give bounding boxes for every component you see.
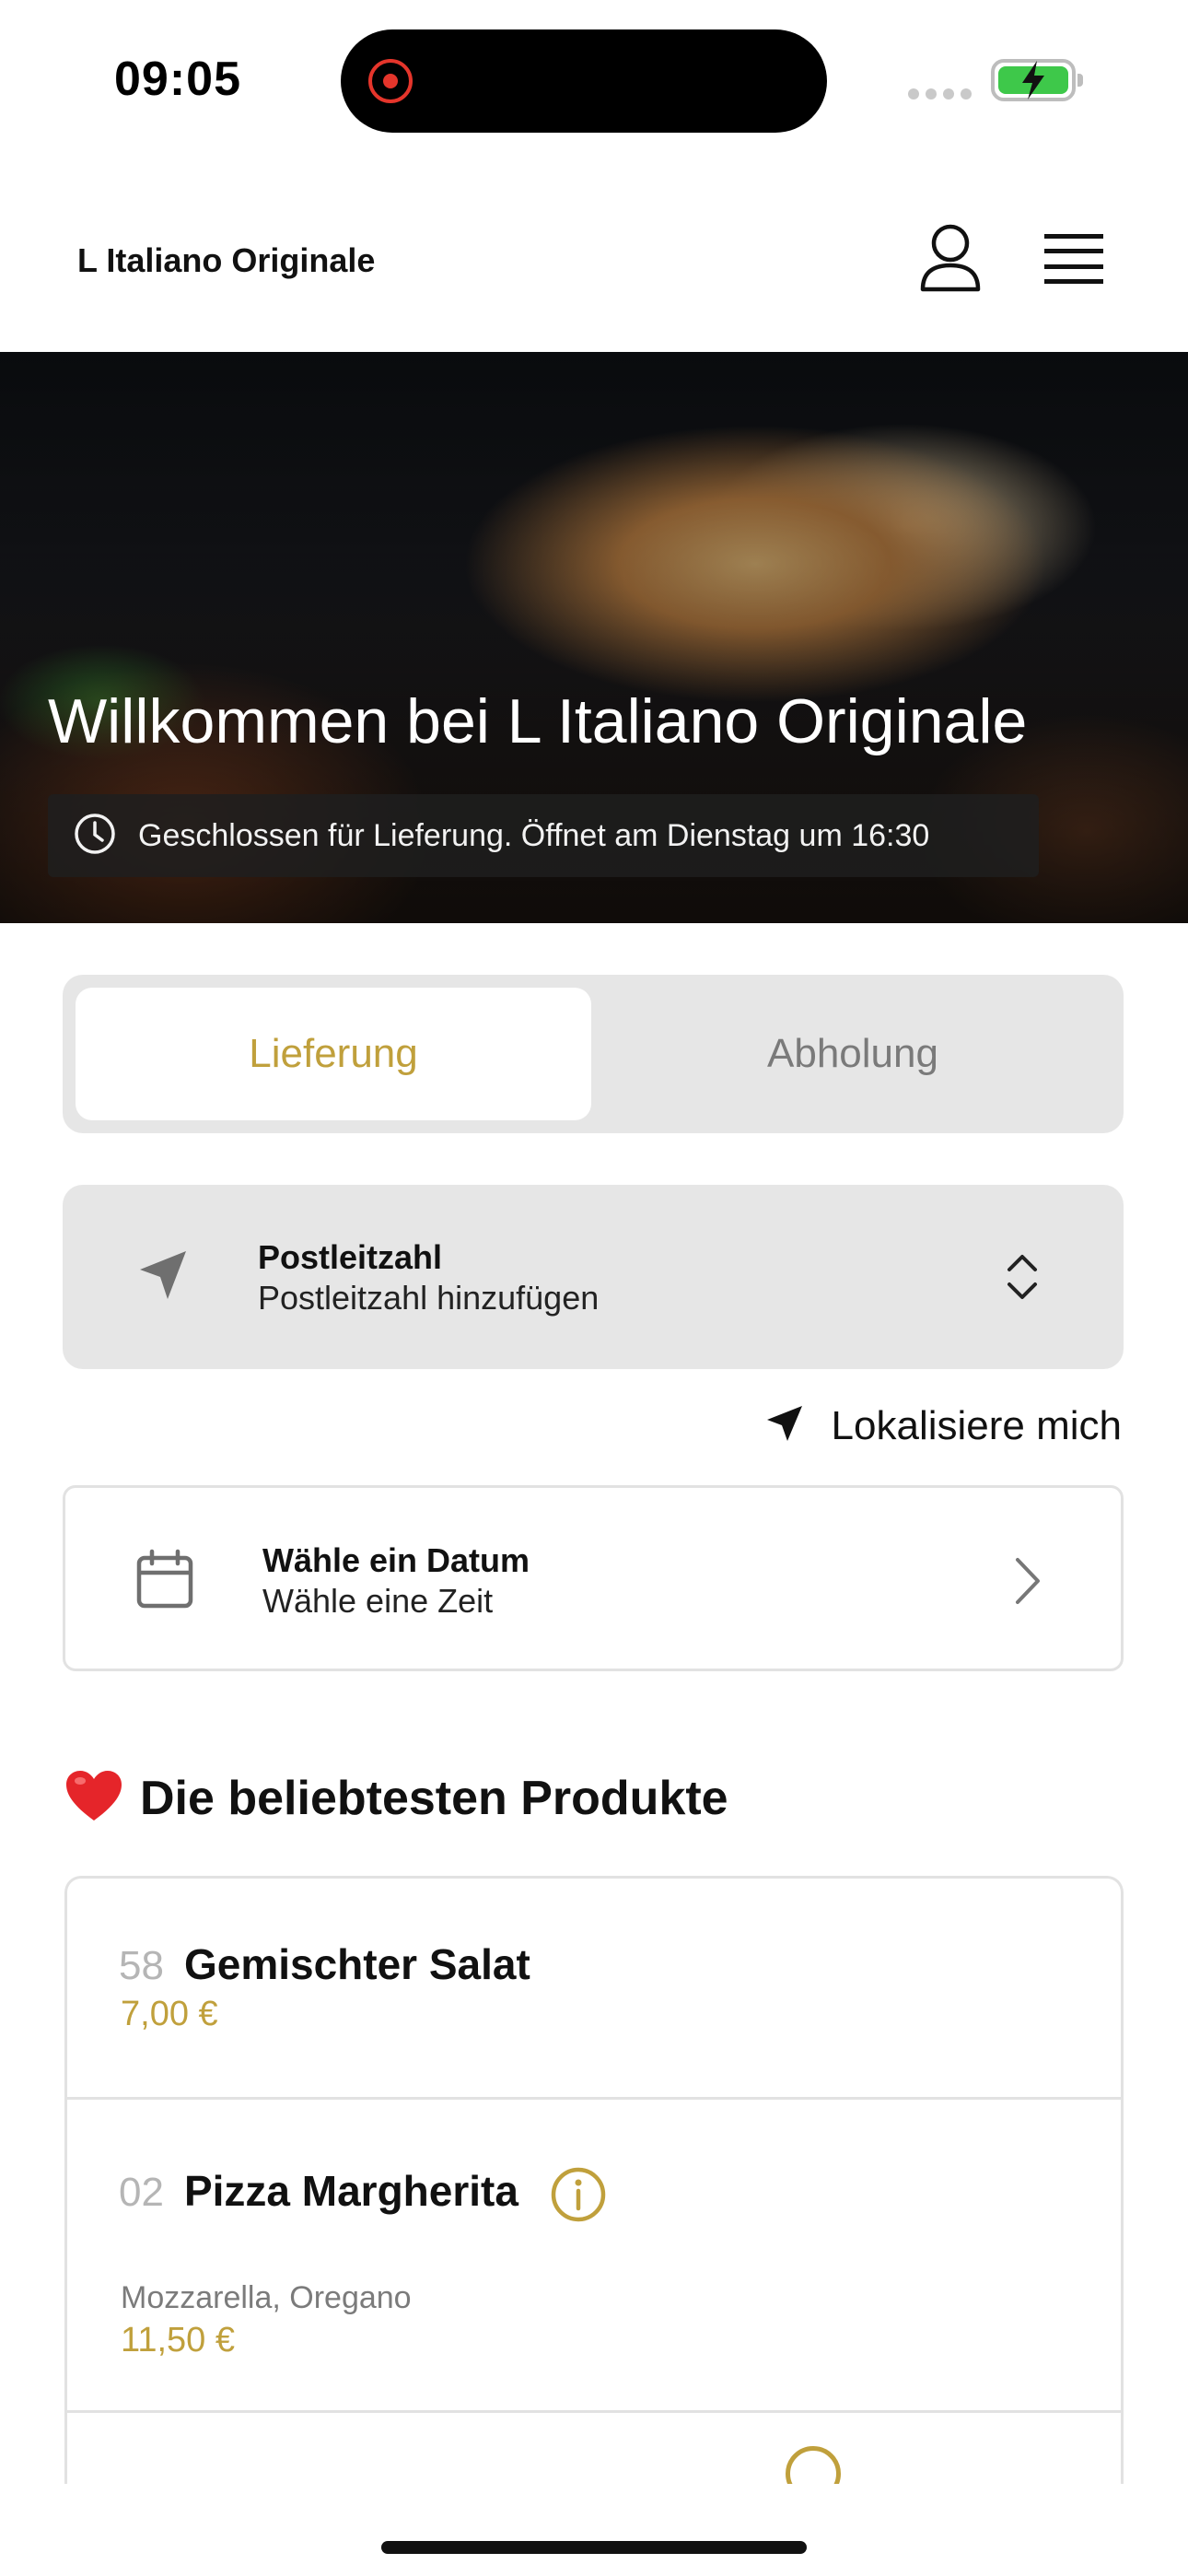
battery-charging-icon: [991, 59, 1083, 101]
info-icon: [786, 2446, 841, 2484]
product-name: Gemischter Salat: [183, 1940, 530, 1988]
chevron-right-icon: [1010, 1556, 1043, 1610]
order-mode-segmented-control: Lieferung Abholung: [63, 975, 1124, 1133]
product-price: 7,00 €: [121, 1995, 218, 2033]
app-title: L Italiano Originale: [77, 241, 376, 279]
product-number: 02: [119, 2170, 164, 2215]
chevron-up-down-icon: [1004, 1249, 1041, 1309]
date-time-picker[interactable]: Wähle ein Datum Wähle eine Zeit: [63, 1485, 1124, 1671]
product-list: 58 Gemischter Salat 7,00 € 02 Pizza Marg…: [64, 1876, 1124, 2484]
product-header: 58 Gemischter Salat: [119, 1939, 530, 1989]
opening-status-badge: Geschlossen für Lieferung. Öffnet am Die…: [48, 794, 1039, 877]
info-icon[interactable]: [550, 2166, 607, 2228]
status-bar: 09:05: [0, 0, 1188, 157]
opening-status-text: Geschlossen für Lieferung. Öffnet am Die…: [138, 817, 930, 853]
product-name: Pizza Margherita: [183, 2167, 518, 2215]
product-header: 02 Pizza Margherita: [119, 2166, 607, 2228]
hero-title: Willkommen bei L Italiano Originale: [48, 686, 1028, 756]
location-arrow-icon: [134, 1246, 193, 1309]
postal-code-value: Postleitzahl hinzufügen: [258, 1279, 600, 1317]
user-account-icon[interactable]: [917, 223, 984, 293]
hero-banner: Willkommen bei L Italiano Originale Gesc…: [0, 352, 1188, 923]
location-arrow-icon: [763, 1402, 806, 1449]
postal-code-select[interactable]: Postleitzahl Postleitzahl hinzufügen: [63, 1185, 1124, 1369]
product-price: 11,50 €: [121, 2321, 235, 2359]
hamburger-menu-icon[interactable]: [1042, 230, 1105, 287]
locate-me-button[interactable]: Lokalisiere mich: [763, 1402, 1122, 1449]
date-label: Wähle ein Datum: [262, 1541, 530, 1579]
product-item[interactable]: 58 Gemischter Salat 7,00 €: [67, 1879, 1121, 2100]
heart-icon: [64, 1769, 123, 1827]
product-description: Mozzarella, Oregano: [121, 2280, 412, 2315]
status-time: 09:05: [114, 53, 241, 106]
postal-code-label: Postleitzahl: [258, 1238, 443, 1276]
app-header: L Italiano Originale: [0, 157, 1188, 352]
tab-delivery[interactable]: Lieferung: [76, 988, 591, 1120]
locate-me-label: Lokalisiere mich: [831, 1402, 1122, 1448]
recording-indicator-icon: [368, 59, 413, 103]
home-indicator[interactable]: [381, 2541, 807, 2554]
time-value: Wähle eine Zeit: [262, 1582, 494, 1620]
clock-icon: [74, 813, 116, 860]
tab-pickup[interactable]: Abholung: [595, 988, 1111, 1120]
product-item[interactable]: 02 Pizza Margherita Mozzarella, Oregano …: [67, 2100, 1121, 2413]
section-title: Die beliebtesten Produkte: [140, 1771, 728, 1825]
calendar-icon: [135, 1549, 194, 1614]
signal-icon: [908, 88, 972, 100]
product-number: 58: [119, 1943, 164, 1988]
popular-products-heading: Die beliebtesten Produkte: [64, 1769, 728, 1827]
dynamic-island: [341, 29, 827, 133]
